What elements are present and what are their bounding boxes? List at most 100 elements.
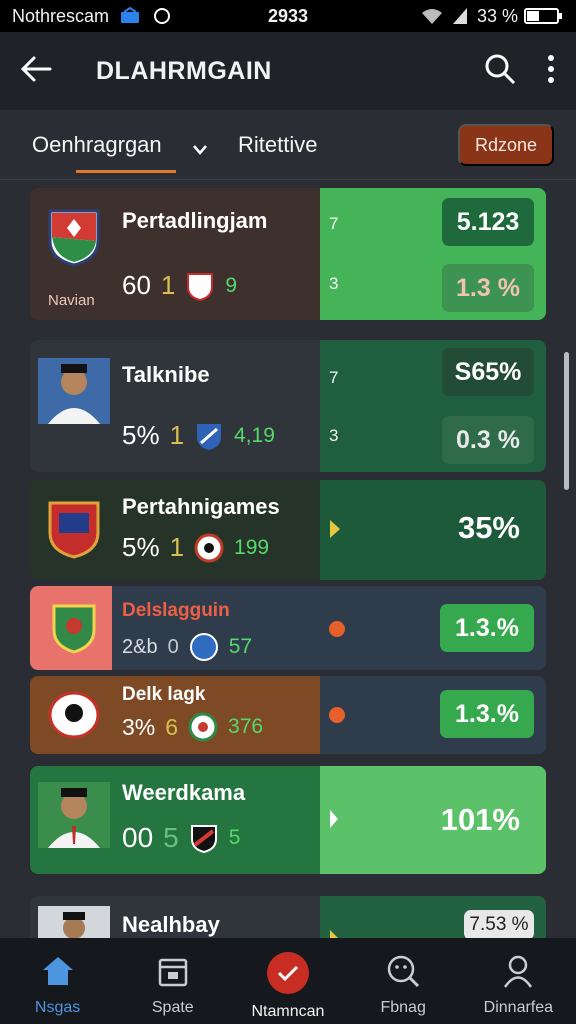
- odds-pill[interactable]: 7.53 %: [464, 910, 534, 938]
- odds-top-label: 7: [329, 368, 339, 387]
- odds-bottom-pill[interactable]: 0.3 %: [442, 416, 534, 464]
- nav-label: Fbnag: [380, 999, 426, 1016]
- stat-secondary: 1: [169, 420, 185, 450]
- stat-primary: 00: [122, 822, 154, 853]
- battery-icon: [524, 7, 564, 25]
- play-marker-icon: [328, 928, 340, 938]
- odds-value[interactable]: 35%: [458, 510, 520, 546]
- stat-primary: 60: [122, 270, 151, 300]
- club-logo-icon: [194, 533, 224, 563]
- nav-item-calendar[interactable]: Spate: [123, 952, 223, 1017]
- match-card[interactable]: Pertahnigames 5% 1 199 35%: [30, 480, 546, 580]
- match-card[interactable]: Delk lagk 3% 6 376 1.3.%: [30, 676, 546, 754]
- back-arrow-icon[interactable]: [20, 55, 52, 88]
- stat-secondary: 6: [165, 713, 179, 740]
- play-marker-icon: [328, 518, 342, 545]
- stat-secondary: 0: [167, 635, 179, 658]
- wifi-icon: [421, 7, 443, 25]
- match-stats: 5% 1 199: [122, 532, 269, 563]
- match-card[interactable]: Nealhbay 7.53 %: [30, 896, 546, 938]
- match-stats: 60 1 9: [122, 270, 237, 301]
- player-avatar: [38, 782, 110, 848]
- rdzone-button[interactable]: Rdzone: [458, 124, 554, 166]
- match-card[interactable]: Talknibe 5% 1 4,19 7 3 S65% 0.3 %: [30, 340, 546, 472]
- stat-secondary: 5: [163, 822, 179, 853]
- stat-secondary: 1: [169, 532, 185, 562]
- team-badge-icon: [38, 682, 110, 748]
- active-tab-indicator: [76, 170, 176, 173]
- nav-label: Dinnarfea: [483, 999, 554, 1016]
- player-avatar: [38, 358, 110, 424]
- odds-pill[interactable]: 1.3.%: [440, 690, 534, 738]
- more-vertical-icon[interactable]: [546, 53, 556, 90]
- club-logo-icon: [189, 632, 219, 662]
- nav-item-center[interactable]: Ntamncan: [238, 952, 338, 1021]
- team-name: Pertadlingjam: [122, 208, 268, 233]
- nav-label: Ntamncan: [251, 1003, 325, 1020]
- stat-tertiary: 57: [228, 635, 253, 658]
- team-badge-icon: [38, 204, 110, 270]
- status-bar: Nothrescam 2933 33 %: [0, 0, 576, 32]
- odds-top-pill[interactable]: S65%: [442, 348, 534, 396]
- club-logo-icon: [185, 271, 215, 301]
- match-card[interactable]: Weerdkama 00 5 5 101%: [30, 766, 546, 874]
- stat-tertiary: 5: [228, 826, 241, 849]
- whatsapp-icon: [151, 7, 173, 25]
- team-name: Weerdkama: [122, 780, 246, 805]
- odds-value[interactable]: 101%: [441, 802, 520, 838]
- status-dot-icon: [328, 706, 346, 729]
- match-card[interactable]: Delslagguin 2&b 0 57 1.3.%: [30, 586, 546, 670]
- tab-oenhragrgan[interactable]: Oenhragrgan: [32, 132, 162, 158]
- profile-icon: [499, 952, 537, 990]
- battery-percent: 33 %: [476, 5, 518, 26]
- calendar-icon: [154, 952, 192, 990]
- stat-primary: 3%: [122, 713, 156, 740]
- odds-bottom-label: 3: [329, 426, 339, 445]
- tab-ritettive[interactable]: Ritettive: [238, 132, 317, 158]
- stat-tertiary: 199: [234, 535, 270, 559]
- team-name: Talknibe: [122, 362, 210, 387]
- check-circle-icon: [266, 952, 309, 994]
- team-name: Delslagguin: [122, 600, 230, 621]
- stat-primary: 2&b: [122, 635, 158, 658]
- match-stats: 2&b 0 57: [122, 632, 252, 662]
- nav-item-home[interactable]: Nsgas: [8, 952, 108, 1017]
- team-badge-icon: [38, 595, 110, 661]
- team-badge-icon: [38, 496, 110, 562]
- team-name: Nealhbay: [122, 912, 220, 937]
- status-dot-icon: [328, 620, 346, 643]
- search-icon[interactable]: [484, 53, 516, 90]
- bottom-nav: Nsgas Spate Ntamncan Fbnag Dinnarfea: [0, 938, 576, 1024]
- stat-tertiary: 4,19: [234, 423, 275, 447]
- nav-label: Spate: [151, 999, 194, 1016]
- scrollbar-thumb[interactable]: [564, 352, 569, 490]
- app-bar: DLAHRMGAIN: [0, 32, 576, 110]
- player-avatar: [38, 906, 110, 938]
- match-stats: 5% 1 4,19: [122, 420, 275, 451]
- signal-icon: [449, 7, 471, 25]
- odds-top-label: 7: [329, 214, 339, 233]
- stat-secondary: 1: [160, 270, 176, 300]
- nav-item-profile[interactable]: Dinnarfea: [468, 952, 568, 1017]
- stat-tertiary: 376: [228, 715, 264, 738]
- team-subtitle: Navian: [48, 292, 95, 309]
- chevron-down-icon[interactable]: [192, 136, 208, 162]
- match-list: Navian Pertadlingjam 60 1 9 7 3 5.123 1.…: [0, 180, 576, 938]
- team-name: Pertahnigames: [122, 494, 280, 519]
- play-marker-icon: [328, 808, 340, 835]
- odds-bottom-pill[interactable]: 1.3 %: [442, 264, 534, 312]
- face-search-icon: [384, 952, 422, 990]
- match-stats: 3% 6 376: [122, 712, 263, 742]
- stat-primary: 5%: [122, 420, 160, 450]
- carrier-name: Nothrescam: [12, 5, 110, 26]
- odds-bottom-label: 3: [329, 274, 339, 293]
- nav-item-search[interactable]: Fbnag: [353, 952, 453, 1017]
- app-notification-icon: [119, 7, 141, 25]
- stat-tertiary: 9: [225, 273, 238, 297]
- team-name: Delk lagk: [122, 684, 206, 705]
- club-logo-icon: [194, 421, 224, 451]
- odds-pill[interactable]: 1.3.%: [440, 604, 534, 652]
- odds-top-pill[interactable]: 5.123: [442, 198, 534, 246]
- match-card[interactable]: Navian Pertadlingjam 60 1 9 7 3 5.123 1.…: [30, 188, 546, 320]
- club-logo-icon: [189, 823, 219, 853]
